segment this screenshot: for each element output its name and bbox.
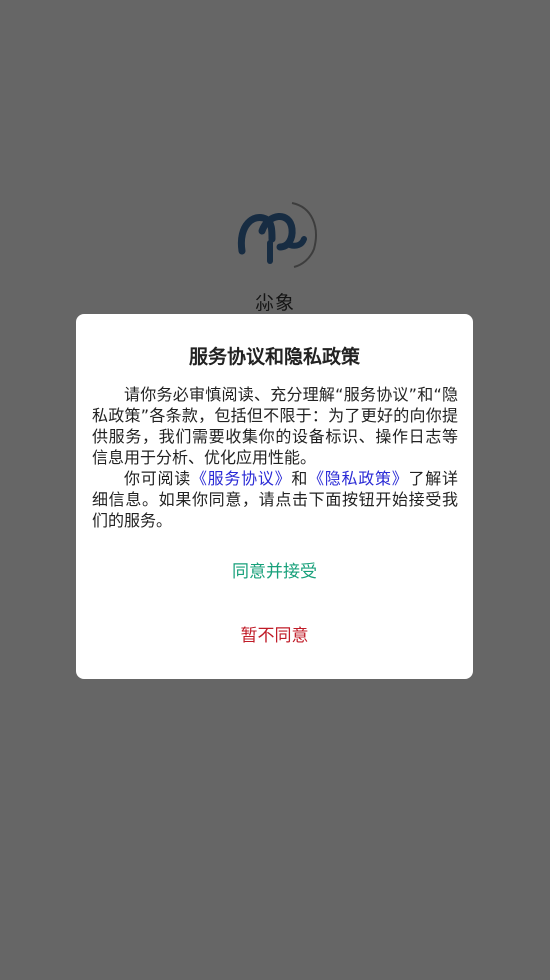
- privacy-dialog: 服务协议和隐私政策 请你务必审慎阅读、充分理解“服务协议”和“隐私政策”各条款，…: [76, 314, 473, 679]
- read-prefix-text: 你可阅读: [124, 469, 191, 488]
- and-text: 和: [291, 469, 309, 488]
- links-paragraph: 你可阅读《服务协议》和《隐私政策》了解详细信息。如果你同意，请点击下面按钮开始接…: [92, 468, 458, 531]
- privacy-policy-link[interactable]: 《隐私政策》: [308, 469, 408, 488]
- dialog-body: 请你务必审慎阅读、充分理解“服务协议”和“隐私政策”各条款，包括但不限于：为了更…: [92, 384, 458, 531]
- disagree-button[interactable]: 暂不同意: [76, 616, 473, 656]
- dialog-title: 服务协议和隐私政策: [188, 346, 360, 368]
- service-agreement-link[interactable]: 《服务协议》: [191, 469, 291, 488]
- agree-button[interactable]: 同意并接受: [76, 552, 473, 592]
- terms-paragraph: 请你务必审慎阅读、充分理解“服务协议”和“隐私政策”各条款，包括但不限于：为了更…: [92, 385, 458, 467]
